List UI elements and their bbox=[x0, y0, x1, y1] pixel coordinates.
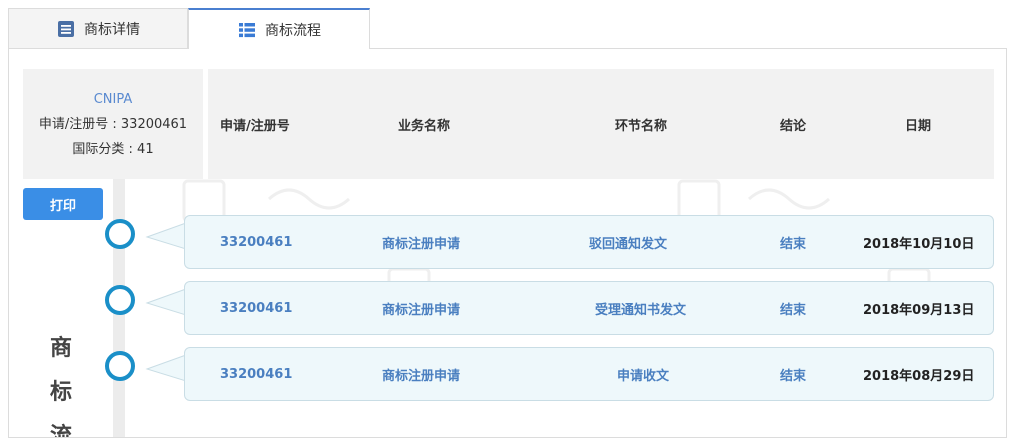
table-row[interactable]: 33200461 商标注册申请 驳回通知发文 结束 2018年10月10日 bbox=[184, 215, 994, 269]
row-date: 2018年09月13日 bbox=[863, 302, 975, 318]
table-row[interactable]: 33200461 商标注册申请 申请收文 结束 2018年08月29日 bbox=[184, 347, 994, 401]
vertical-title: 商 标 流 bbox=[43, 327, 79, 437]
registration-number: 申请/注册号 : 33200461 bbox=[38, 116, 188, 132]
trademark-info-card: CNIPA 申请/注册号 : 33200461 国际分类 : 41 bbox=[23, 69, 203, 179]
print-button[interactable]: 打印 bbox=[23, 188, 103, 220]
cnipa-label: CNIPA bbox=[93, 91, 133, 107]
header-date: 日期 bbox=[905, 118, 932, 134]
row-result: 结束 bbox=[780, 368, 807, 384]
card-pointer bbox=[145, 288, 187, 316]
table-row[interactable]: 33200461 商标注册申请 受理通知书发文 结束 2018年09月13日 bbox=[184, 281, 994, 335]
table-header: 申请/注册号 业务名称 环节名称 结论 日期 bbox=[208, 69, 994, 179]
row-business: 商标注册申请 bbox=[382, 302, 461, 318]
header-result: 结论 bbox=[780, 118, 807, 134]
card-pointer bbox=[145, 222, 187, 250]
tab-label: 商标详情 bbox=[84, 21, 140, 38]
row-date: 2018年08月29日 bbox=[863, 368, 975, 384]
tab-bar: 商标详情 商标流程 bbox=[0, 0, 1015, 49]
row-step: 受理通知书发文 bbox=[595, 302, 687, 318]
timeline-node bbox=[105, 351, 135, 381]
row-result: 结束 bbox=[780, 302, 807, 318]
grid-list-icon bbox=[239, 22, 255, 37]
header-business: 业务名称 bbox=[398, 118, 451, 134]
row-step: 驳回通知发文 bbox=[589, 236, 668, 252]
international-class: 国际分类 : 41 bbox=[72, 141, 154, 157]
row-reg-no: 33200461 bbox=[220, 234, 293, 250]
tab-trademark-details[interactable]: 商标详情 bbox=[8, 8, 188, 48]
timeline-node bbox=[105, 285, 135, 315]
vertical-title-char: 商 bbox=[49, 336, 72, 361]
row-business: 商标注册申请 bbox=[382, 236, 461, 252]
flow-panel: CNIPA 申请/注册号 : 33200461 国际分类 : 41 申请/注册号… bbox=[8, 48, 1007, 438]
row-date: 2018年10月10日 bbox=[863, 236, 975, 252]
card-pointer bbox=[145, 354, 187, 382]
row-result: 结束 bbox=[780, 236, 807, 252]
tab-trademark-flow[interactable]: 商标流程 bbox=[188, 8, 370, 49]
vertical-title-char: 标 bbox=[49, 380, 72, 405]
header-reg-no: 申请/注册号 bbox=[220, 118, 290, 134]
timeline-node bbox=[105, 219, 135, 249]
row-step: 申请收文 bbox=[617, 368, 670, 384]
row-reg-no: 33200461 bbox=[220, 366, 293, 382]
document-list-icon bbox=[58, 20, 74, 37]
header-step: 环节名称 bbox=[615, 118, 668, 134]
tab-label: 商标流程 bbox=[265, 22, 321, 39]
row-business: 商标注册申请 bbox=[382, 368, 461, 384]
row-reg-no: 33200461 bbox=[220, 300, 293, 316]
